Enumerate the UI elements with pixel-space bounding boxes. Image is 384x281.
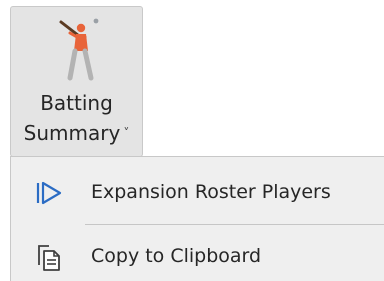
menu-item-copy-to-clipboard[interactable]: Copy to Clipboard [11, 229, 384, 281]
batting-summary-button[interactable]: Batting Summary ˅ [10, 6, 143, 157]
dropdown-menu: Expansion Roster Players Copy to Clipboa… [10, 156, 384, 281]
chevron-down-icon: ˅ [123, 126, 130, 140]
menu-item-label: Expansion Roster Players [91, 181, 331, 203]
button-label-line1: Batting [40, 91, 113, 115]
screen-root: Batting Summary ˅ Expansion Roster Player… [0, 0, 384, 281]
play-outline-icon [36, 181, 62, 205]
copy-document-icon [38, 245, 60, 271]
menu-item-expansion-roster-players[interactable]: Expansion Roster Players [11, 165, 384, 221]
button-label-summary: Summary [23, 121, 121, 145]
batter-icon [59, 18, 99, 81]
menu-separator [85, 224, 384, 225]
button-label-line2: Summary ˅ [11, 121, 142, 145]
menu-item-label: Copy to Clipboard [91, 245, 262, 267]
